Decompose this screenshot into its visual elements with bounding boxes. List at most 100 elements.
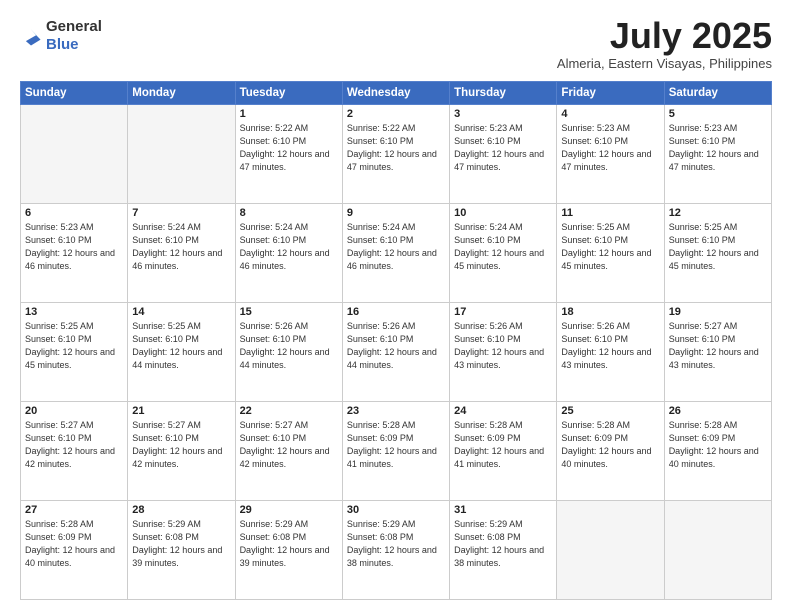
header: General Blue July 2025 Almeria, Eastern … (20, 18, 772, 71)
col-saturday: Saturday (664, 82, 771, 105)
day-number: 13 (25, 306, 123, 318)
table-row: 20 Sunrise: 5:27 AM Sunset: 6:10 PM Dayli… (21, 402, 128, 501)
day-detail: Sunrise: 5:24 AM Sunset: 6:10 PM Dayligh… (132, 221, 230, 273)
day-detail: Sunrise: 5:25 AM Sunset: 6:10 PM Dayligh… (561, 221, 659, 273)
page: General Blue July 2025 Almeria, Eastern … (0, 0, 792, 612)
day-detail: Sunrise: 5:26 AM Sunset: 6:10 PM Dayligh… (240, 320, 338, 372)
logo-icon (20, 25, 42, 47)
logo-text: General Blue (46, 18, 102, 54)
day-number: 11 (561, 207, 659, 219)
logo-blue: Blue (46, 36, 79, 53)
table-row: 28 Sunrise: 5:29 AM Sunset: 6:08 PM Dayli… (128, 501, 235, 600)
table-row: 18 Sunrise: 5:26 AM Sunset: 6:10 PM Dayli… (557, 303, 664, 402)
day-detail: Sunrise: 5:27 AM Sunset: 6:10 PM Dayligh… (240, 419, 338, 471)
day-detail: Sunrise: 5:24 AM Sunset: 6:10 PM Dayligh… (347, 221, 445, 273)
day-detail: Sunrise: 5:24 AM Sunset: 6:10 PM Dayligh… (240, 221, 338, 273)
table-row: 10Sunrise: 5:24 AM Sunset: 6:10 PM Dayli… (450, 204, 557, 303)
day-detail: Sunrise: 5:29 AM Sunset: 6:08 PM Dayligh… (240, 518, 338, 570)
calendar-week-row: 20 Sunrise: 5:27 AM Sunset: 6:10 PM Dayli… (21, 402, 772, 501)
calendar-week-row: 27 Sunrise: 5:28 AM Sunset: 6:09 PM Dayli… (21, 501, 772, 600)
day-number: 18 (561, 306, 659, 318)
table-row: 12 Sunrise: 5:25 AM Sunset: 6:10 PM Dayli… (664, 204, 771, 303)
day-number: 8 (240, 207, 338, 219)
table-row: 13 Sunrise: 5:25 AM Sunset: 6:10 PM Dayli… (21, 303, 128, 402)
day-number: 9 (347, 207, 445, 219)
day-number: 23 (347, 405, 445, 417)
day-number: 19 (669, 306, 767, 318)
col-sunday: Sunday (21, 82, 128, 105)
table-row (664, 501, 771, 600)
day-number: 16 (347, 306, 445, 318)
day-detail: Sunrise: 5:25 AM Sunset: 6:10 PM Dayligh… (25, 320, 123, 372)
day-detail: Sunrise: 5:23 AM Sunset: 6:10 PM Dayligh… (454, 122, 552, 174)
title-month: July 2025 (557, 18, 772, 54)
table-row: 6 Sunrise: 5:23 AM Sunset: 6:10 PM Daylig… (21, 204, 128, 303)
day-detail: Sunrise: 5:26 AM Sunset: 6:10 PM Dayligh… (347, 320, 445, 372)
table-row: 15 Sunrise: 5:26 AM Sunset: 6:10 PM Dayli… (235, 303, 342, 402)
table-row (21, 105, 128, 204)
day-detail: Sunrise: 5:28 AM Sunset: 6:09 PM Dayligh… (25, 518, 123, 570)
table-row: 27 Sunrise: 5:28 AM Sunset: 6:09 PM Dayli… (21, 501, 128, 600)
day-detail: Sunrise: 5:29 AM Sunset: 6:08 PM Dayligh… (132, 518, 230, 570)
table-row: 31 Sunrise: 5:29 AM Sunset: 6:08 PM Dayli… (450, 501, 557, 600)
table-row: 30 Sunrise: 5:29 AM Sunset: 6:08 PM Dayli… (342, 501, 449, 600)
col-wednesday: Wednesday (342, 82, 449, 105)
day-number: 21 (132, 405, 230, 417)
day-number: 30 (347, 504, 445, 516)
day-number: 15 (240, 306, 338, 318)
table-row: 2Sunrise: 5:22 AM Sunset: 6:10 PM Daylig… (342, 105, 449, 204)
table-row: 9 Sunrise: 5:24 AM Sunset: 6:10 PM Daylig… (342, 204, 449, 303)
day-number: 24 (454, 405, 552, 417)
day-number: 20 (25, 405, 123, 417)
col-thursday: Thursday (450, 82, 557, 105)
table-row: 14Sunrise: 5:25 AM Sunset: 6:10 PM Dayli… (128, 303, 235, 402)
title-location: Almeria, Eastern Visayas, Philippines (557, 56, 772, 71)
day-number: 26 (669, 405, 767, 417)
day-number: 10 (454, 207, 552, 219)
day-number: 25 (561, 405, 659, 417)
day-number: 27 (25, 504, 123, 516)
logo-general: General (46, 18, 102, 35)
table-row (128, 105, 235, 204)
day-detail: Sunrise: 5:25 AM Sunset: 6:10 PM Dayligh… (669, 221, 767, 273)
day-number: 7 (132, 207, 230, 219)
col-tuesday: Tuesday (235, 82, 342, 105)
day-detail: Sunrise: 5:26 AM Sunset: 6:10 PM Dayligh… (561, 320, 659, 372)
day-detail: Sunrise: 5:29 AM Sunset: 6:08 PM Dayligh… (454, 518, 552, 570)
day-number: 1 (240, 108, 338, 120)
table-row: 4 Sunrise: 5:23 AM Sunset: 6:10 PM Daylig… (557, 105, 664, 204)
table-row: 29 Sunrise: 5:29 AM Sunset: 6:08 PM Dayli… (235, 501, 342, 600)
table-row: 1 Sunrise: 5:22 AM Sunset: 6:10 PM Daylig… (235, 105, 342, 204)
day-detail: Sunrise: 5:22 AM Sunset: 6:10 PM Dayligh… (347, 122, 445, 174)
title-block: July 2025 Almeria, Eastern Visayas, Phil… (557, 18, 772, 71)
day-detail: Sunrise: 5:23 AM Sunset: 6:10 PM Dayligh… (25, 221, 123, 273)
table-row: 3Sunrise: 5:23 AM Sunset: 6:10 PM Daylig… (450, 105, 557, 204)
day-number: 4 (561, 108, 659, 120)
col-friday: Friday (557, 82, 664, 105)
table-row: 17Sunrise: 5:26 AM Sunset: 6:10 PM Dayli… (450, 303, 557, 402)
day-number: 6 (25, 207, 123, 219)
calendar-week-row: 6 Sunrise: 5:23 AM Sunset: 6:10 PM Daylig… (21, 204, 772, 303)
table-row: 11 Sunrise: 5:25 AM Sunset: 6:10 PM Dayli… (557, 204, 664, 303)
day-detail: Sunrise: 5:28 AM Sunset: 6:09 PM Dayligh… (454, 419, 552, 471)
day-detail: Sunrise: 5:27 AM Sunset: 6:10 PM Dayligh… (25, 419, 123, 471)
day-number: 12 (669, 207, 767, 219)
day-detail: Sunrise: 5:23 AM Sunset: 6:10 PM Dayligh… (561, 122, 659, 174)
day-number: 28 (132, 504, 230, 516)
table-row: 22Sunrise: 5:27 AM Sunset: 6:10 PM Dayli… (235, 402, 342, 501)
table-row: 23Sunrise: 5:28 AM Sunset: 6:09 PM Dayli… (342, 402, 449, 501)
day-number: 14 (132, 306, 230, 318)
table-row: 7 Sunrise: 5:24 AM Sunset: 6:10 PM Daylig… (128, 204, 235, 303)
table-row: 21Sunrise: 5:27 AM Sunset: 6:10 PM Dayli… (128, 402, 235, 501)
day-detail: Sunrise: 5:28 AM Sunset: 6:09 PM Dayligh… (561, 419, 659, 471)
table-row: 26 Sunrise: 5:28 AM Sunset: 6:09 PM Dayli… (664, 402, 771, 501)
table-row: 24 Sunrise: 5:28 AM Sunset: 6:09 PM Dayli… (450, 402, 557, 501)
table-row: 5Sunrise: 5:23 AM Sunset: 6:10 PM Daylig… (664, 105, 771, 204)
day-detail: Sunrise: 5:28 AM Sunset: 6:09 PM Dayligh… (669, 419, 767, 471)
day-detail: Sunrise: 5:22 AM Sunset: 6:10 PM Dayligh… (240, 122, 338, 174)
day-number: 29 (240, 504, 338, 516)
day-detail: Sunrise: 5:26 AM Sunset: 6:10 PM Dayligh… (454, 320, 552, 372)
table-row: 19Sunrise: 5:27 AM Sunset: 6:10 PM Dayli… (664, 303, 771, 402)
day-number: 31 (454, 504, 552, 516)
day-detail: Sunrise: 5:29 AM Sunset: 6:08 PM Dayligh… (347, 518, 445, 570)
